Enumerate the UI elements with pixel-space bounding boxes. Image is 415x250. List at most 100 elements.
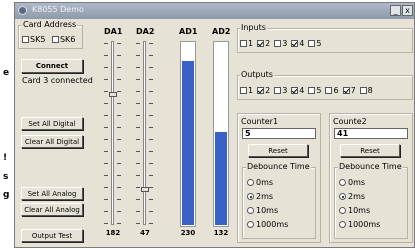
output-1[interactable]: 1 — [240, 86, 253, 95]
title-bar[interactable]: K8055 Demo _ x — [15, 3, 414, 19]
counter2-debounce-0ms[interactable]: 0ms — [339, 178, 365, 187]
da2-tick — [149, 43, 153, 44]
output-3-checkbox[interactable] — [274, 87, 282, 94]
input-1-checkbox[interactable] — [240, 40, 247, 47]
counter2-radio-0ms[interactable] — [339, 179, 346, 186]
da2-tick — [136, 91, 140, 92]
da1-tick — [117, 199, 121, 200]
output-3[interactable]: 3 — [274, 86, 287, 95]
sk5-checkbox[interactable] — [22, 36, 29, 43]
input-4[interactable]: 4 — [291, 39, 304, 48]
stray-text-2: ! — [3, 153, 8, 163]
counter2-debounce-10ms[interactable]: 10ms — [339, 206, 370, 215]
da2-tick — [149, 139, 153, 140]
counter1-debounce-2ms[interactable]: 2ms — [247, 192, 273, 201]
da2-slider-track — [143, 41, 146, 225]
ad2-bar-fill — [215, 131, 227, 225]
ad2-value: 132 — [213, 229, 229, 237]
counter1-reset-button[interactable]: Reset — [248, 144, 308, 157]
output-6-checkbox[interactable] — [325, 87, 333, 94]
counter1-radio-2ms[interactable] — [247, 193, 254, 200]
output-6[interactable]: 6 — [325, 86, 339, 95]
input-3[interactable]: 3 — [274, 39, 287, 48]
close-button[interactable]: x — [402, 5, 413, 16]
output-5-label: 5 — [316, 86, 322, 95]
output-1-checkbox[interactable] — [240, 87, 247, 94]
output-test-button[interactable]: Output Test — [21, 229, 83, 242]
input-4-checkbox[interactable] — [291, 40, 299, 47]
stray-text-3: s — [3, 172, 9, 182]
sk5-option[interactable]: SK5 — [22, 35, 45, 44]
da2-tick — [136, 139, 140, 140]
da1-tick — [104, 103, 108, 104]
output-4-checkbox[interactable] — [291, 87, 299, 94]
counter1-debounce-legend: Debounce Time — [246, 162, 311, 171]
clear-all-digital-button[interactable]: Clear All Digital — [21, 135, 83, 148]
da2-tick — [136, 163, 140, 164]
counter2-reset-button[interactable]: Reset — [340, 144, 400, 157]
input-3-checkbox[interactable] — [274, 40, 282, 47]
output-8[interactable]: 8 — [359, 86, 373, 95]
da1-tick — [117, 187, 121, 188]
output-8-checkbox[interactable] — [359, 87, 367, 94]
output-2[interactable]: 2 — [257, 86, 270, 95]
da1-slider[interactable] — [97, 41, 129, 225]
output-7[interactable]: 7 — [342, 86, 356, 95]
output-7-checkbox[interactable] — [342, 87, 350, 94]
inputs-legend: Inputs — [240, 23, 267, 32]
counter2-legend: Counte2 — [332, 117, 368, 126]
da1-tick — [117, 67, 121, 68]
da1-tick — [117, 103, 121, 104]
clear-all-analog-button[interactable]: Clear All Analog — [21, 203, 83, 216]
da1-tick — [104, 199, 108, 200]
counter1-radio-10ms[interactable] — [247, 207, 254, 214]
counter2-radio-10ms[interactable] — [339, 207, 346, 214]
da2-label: DA2 — [136, 27, 155, 36]
da1-tick — [104, 91, 108, 92]
app-icon — [18, 6, 27, 15]
da1-tick — [117, 43, 121, 44]
counter1-debounce-group: Debounce Time 0ms 2ms 10ms 1000ms — [242, 162, 316, 239]
da1-tick — [104, 151, 108, 152]
counter2-debounce-1000ms[interactable]: 1000ms — [339, 220, 380, 229]
da1-slider-thumb[interactable] — [109, 92, 117, 97]
counter1-radio-label: 2ms — [256, 192, 274, 201]
da2-tick — [136, 151, 140, 152]
counter2-debounce-2ms[interactable]: 2ms — [339, 192, 365, 201]
da1-tick — [104, 175, 108, 176]
input-2[interactable]: 2 — [257, 39, 270, 48]
input-1[interactable]: 1 — [240, 39, 253, 48]
sk6-option[interactable]: SK6 — [51, 35, 75, 44]
counter2-radio-1000ms[interactable] — [339, 221, 346, 228]
counter1-radio-1000ms[interactable] — [247, 221, 254, 228]
counter1-radio-0ms[interactable] — [247, 179, 254, 186]
input-2-checkbox[interactable] — [257, 40, 265, 47]
output-5-checkbox[interactable] — [308, 87, 316, 94]
da2-slider[interactable] — [129, 41, 161, 225]
output-4[interactable]: 4 — [291, 86, 304, 95]
output-5[interactable]: 5 — [308, 86, 321, 95]
output-2-checkbox[interactable] — [257, 87, 265, 94]
counter2-radio-label: 1000ms — [348, 220, 381, 229]
sk6-checkbox[interactable] — [51, 36, 59, 43]
counter2-value[interactable]: 41 — [334, 128, 408, 139]
counter1-debounce-1000ms[interactable]: 1000ms — [247, 220, 288, 229]
card-address-legend: Card Address — [22, 20, 78, 29]
input-4-label: 4 — [299, 39, 305, 48]
da1-tick — [117, 127, 121, 128]
counter1-debounce-10ms[interactable]: 10ms — [247, 206, 278, 215]
set-all-digital-button[interactable]: Set All Digital — [21, 117, 83, 130]
minimize-button[interactable]: _ — [390, 5, 401, 16]
counter1-debounce-0ms[interactable]: 0ms — [247, 178, 273, 187]
input-5-checkbox[interactable] — [308, 40, 316, 47]
da1-tick — [117, 91, 121, 92]
connect-button[interactable]: Connect — [21, 59, 83, 73]
da2-tick — [136, 115, 140, 116]
input-5[interactable]: 5 — [308, 39, 321, 48]
output-3-label: 3 — [282, 86, 288, 95]
outputs-legend: Outputs — [240, 70, 274, 79]
set-all-analog-button[interactable]: Set All Analog — [21, 187, 83, 200]
counter1-value[interactable]: 5 — [242, 128, 316, 139]
da2-slider-thumb[interactable] — [141, 187, 149, 192]
counter2-radio-2ms[interactable] — [339, 193, 346, 200]
